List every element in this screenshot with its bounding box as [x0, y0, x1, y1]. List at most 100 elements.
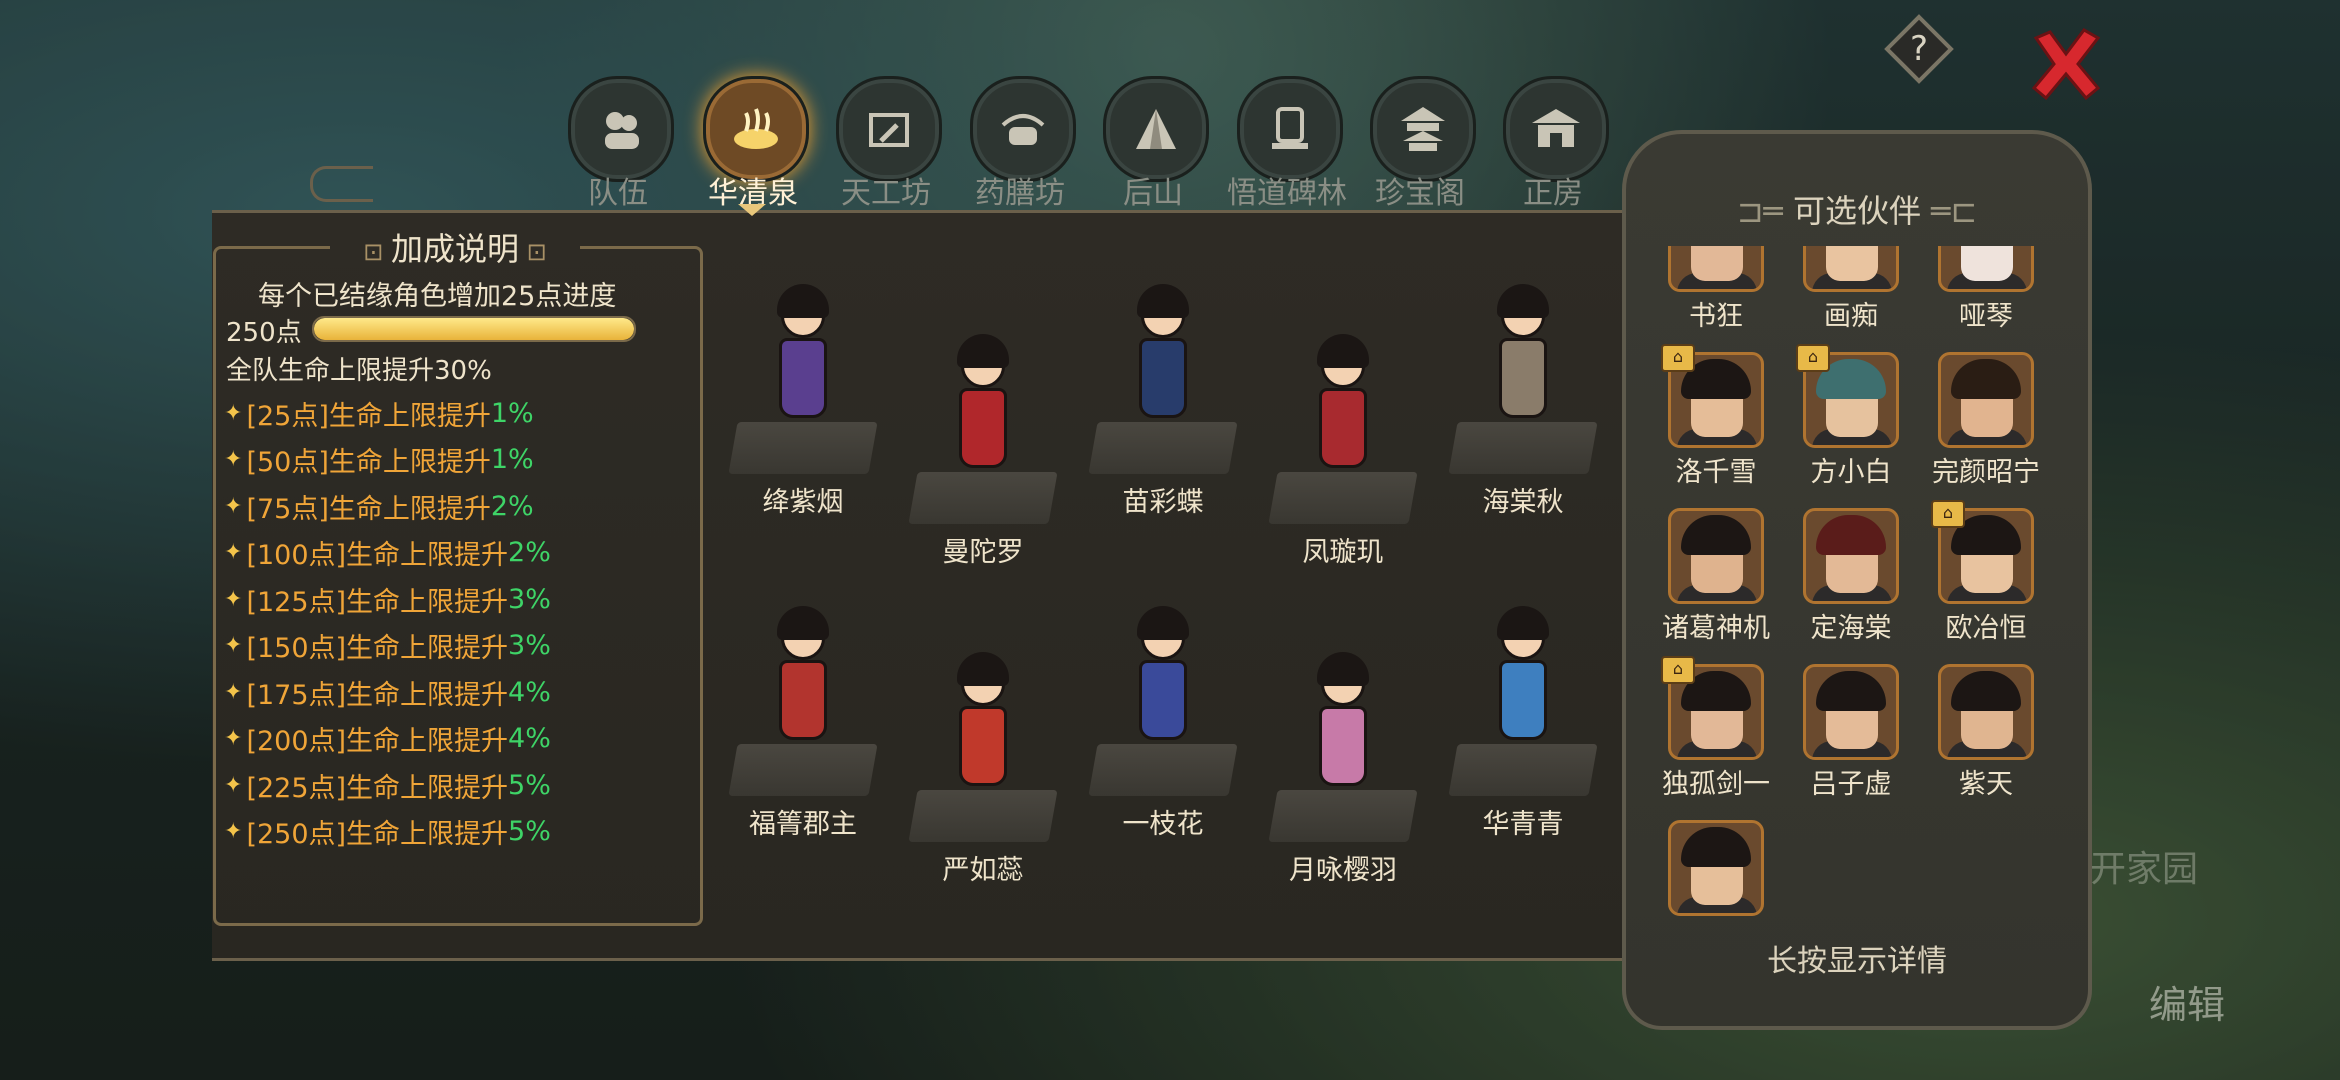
bonus-tier-row: ✦ [225点] 生命上限提升 5% — [224, 762, 551, 809]
partner-card[interactable]: 诸葛神机 — [1651, 508, 1781, 648]
edit-button[interactable]: 编辑 — [2112, 970, 2262, 1040]
partner-card[interactable]: ⌂画痴 — [1786, 246, 1916, 336]
partner-card[interactable]: 紫天 — [1921, 664, 2051, 804]
character-figure[interactable]: 海棠秋 — [1448, 240, 1598, 518]
bonus-tier-text: 生命上限提升 — [346, 679, 509, 711]
tab-1[interactable]: 华清泉 — [693, 76, 813, 211]
panel-ornament — [310, 166, 373, 202]
character-body — [779, 660, 827, 740]
character-name: 曼陀罗 — [942, 537, 1024, 568]
partner-name: 完颜昭宁 — [1932, 457, 2040, 488]
bonus-tier-points: [25点] — [246, 400, 329, 432]
partner-card[interactable]: ⌂ 洛千雪 — [1651, 344, 1781, 492]
bonus-title-text: 加成说明 — [390, 230, 519, 268]
bonus-tier-percent: 1% — [490, 444, 534, 476]
bonus-tier-percent: 5% — [508, 769, 551, 801]
partner-card[interactable]: ⌂ 方小白 — [1786, 344, 1916, 492]
bonus-tier-percent: 5% — [508, 816, 551, 848]
house-badge-icon: ⌂ — [1796, 344, 1830, 372]
hot-spring-icon — [703, 76, 809, 182]
partner-portrait — [1803, 664, 1899, 760]
partner-card[interactable]: ⌂哑琴 — [1921, 246, 2051, 336]
character-hair — [1137, 284, 1189, 318]
character-body — [1319, 388, 1367, 468]
tab-5[interactable]: 悟道碑林 — [1227, 76, 1347, 211]
character-hair — [1317, 334, 1369, 368]
progress-bar-fill — [314, 318, 634, 340]
partner-card[interactable]: 定海棠 — [1786, 508, 1916, 648]
character-figure[interactable]: 福箐郡主 — [728, 562, 878, 840]
tab-0[interactable]: 队伍 — [558, 76, 678, 211]
portrait-face — [1691, 246, 1743, 281]
character-sprite — [773, 280, 833, 430]
character-figure[interactable]: 一枝花 — [1088, 562, 1238, 840]
character-figure[interactable]: 月咏樱羽 — [1268, 608, 1418, 886]
tab-6[interactable]: 珍宝阁 — [1360, 76, 1480, 211]
character-body — [1139, 660, 1187, 740]
character-body — [1319, 706, 1367, 786]
bonus-tier-text: 生命上限提升 — [346, 772, 509, 804]
tab-4[interactable]: 后山 — [1093, 76, 1213, 211]
character-hair — [957, 652, 1009, 686]
tab-label: 正房 — [1523, 176, 1583, 211]
character-figure[interactable]: 严如蕊 — [908, 608, 1058, 886]
tab-7[interactable]: 正房 — [1493, 76, 1613, 211]
character-figure[interactable]: 凤璇玑 — [1268, 290, 1418, 568]
bonus-tier-text: 生命上限提升 — [346, 586, 509, 618]
character-name: 绛紫烟 — [762, 487, 844, 518]
partner-card[interactable]: ⌂ 欧冶恒 — [1921, 500, 2051, 648]
bonus-tier-points: [50点] — [246, 447, 329, 479]
diamond-star-icon: ✦ — [224, 772, 243, 798]
partner-card[interactable]: ⌂书狂 — [1651, 246, 1781, 336]
bonus-tier-percent: 4% — [508, 676, 551, 708]
partner-card[interactable]: ⌂ 独孤剑一 — [1651, 656, 1781, 804]
workshop-icon — [836, 76, 942, 182]
progress-bar — [312, 316, 636, 342]
partner-card[interactable]: 完颜昭宁 — [1921, 352, 2051, 492]
partner-name: 书狂 — [1689, 301, 1743, 332]
character-hair — [1497, 606, 1549, 640]
partner-card[interactable] — [1651, 820, 1781, 926]
close-button[interactable] — [2026, 24, 2106, 104]
character-name: 凤璇玑 — [1302, 537, 1384, 568]
partner-title-text: 可选伙伴 — [1792, 192, 1921, 230]
close-icon — [2031, 28, 2101, 101]
bonus-tier-percent: 4% — [508, 723, 551, 755]
character-name: 月咏樱羽 — [1289, 855, 1397, 886]
partner-name: 洛千雪 — [1675, 457, 1757, 488]
help-button[interactable]: ? — [1884, 14, 1954, 84]
character-name: 海棠秋 — [1482, 487, 1564, 518]
partner-name: 紫天 — [1959, 769, 2013, 800]
character-sprite — [1493, 280, 1553, 430]
background-faded-label: 开家园 — [2090, 849, 2199, 890]
partner-portrait — [1668, 508, 1764, 604]
portrait-face — [1826, 246, 1878, 281]
partner-portrait — [1668, 820, 1764, 916]
bonus-tier-list: ✦ [25点] 生命上限提升 1% ✦ [50点] 生命上限提升 1% ✦ [75点] 生命上限提升… — [224, 390, 551, 855]
partner-list[interactable]: ⌂书狂⌂画痴⌂哑琴 ⌂ 洛千雪 ⌂ 方小白 完颜昭宁诸葛神机 定海棠 ⌂ 欧冶恒 ⌂ 独孤剑一 吕子虚… — [1646, 246, 2066, 926]
character-figure[interactable]: 华青青 — [1448, 562, 1598, 840]
tab-2[interactable]: 天工坊 — [826, 76, 946, 211]
character-figure[interactable]: 苗彩蝶 — [1088, 240, 1238, 518]
bonus-tier-points: [175点] — [246, 679, 347, 711]
bonus-title: ⊡ 加成说明 ⊡ — [330, 224, 580, 268]
progress-points: 250点 — [226, 318, 302, 348]
diamond-star-icon: ✦ — [224, 586, 243, 612]
bonus-tier-text: 生命上限提升 — [346, 819, 509, 851]
bonus-tier-percent: 2% — [508, 537, 551, 569]
character-figure[interactable]: 绛紫烟 — [728, 240, 878, 518]
character-sprite — [953, 648, 1013, 798]
partner-card[interactable]: 吕子虚 — [1786, 664, 1916, 804]
team-icon — [568, 76, 674, 182]
house-badge-icon: ⌂ — [1661, 656, 1695, 684]
long-press-hint: 长按显示详情 — [1767, 944, 1947, 979]
partner-portrait — [1803, 246, 1899, 292]
active-tab-pointer-icon — [738, 204, 766, 216]
bonus-tier-points: [100点] — [246, 540, 347, 572]
tab-3[interactable]: 药膳坊 — [960, 76, 1080, 211]
character-body — [779, 338, 827, 418]
bonus-tier-percent: 2% — [490, 490, 534, 522]
bonus-tier-row: ✦ [200点] 生命上限提升 4% — [224, 716, 551, 763]
character-figure[interactable]: 曼陀罗 — [908, 290, 1058, 568]
character-sprite — [1133, 280, 1193, 430]
